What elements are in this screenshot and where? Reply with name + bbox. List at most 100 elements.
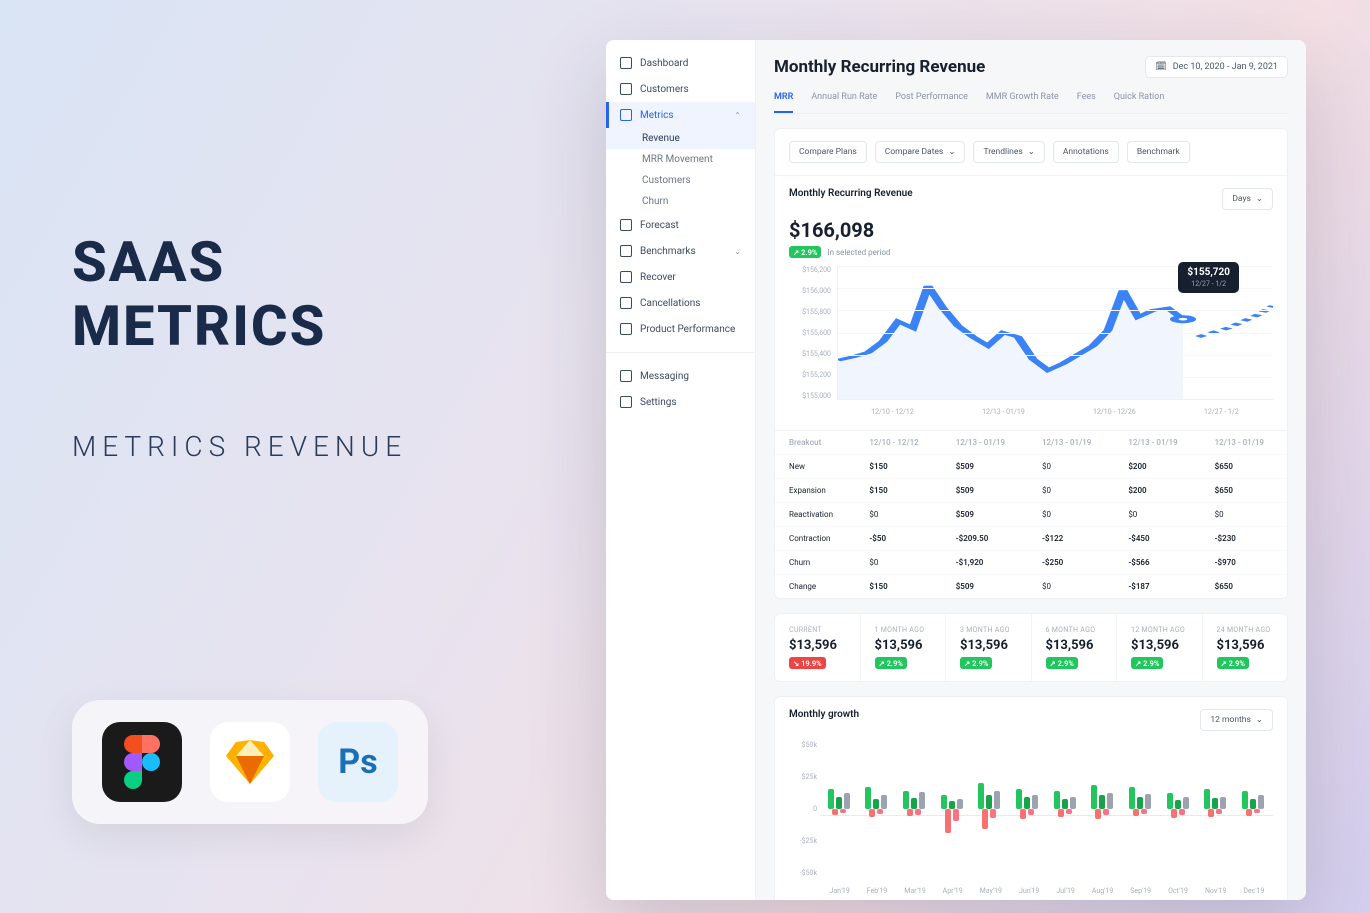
sidebar-sub-mrr-movement[interactable]: MRR Movement [606,149,755,170]
sidebar-item-dashboard[interactable]: Dashboard [606,50,755,76]
sidebar-item-messaging[interactable]: Messaging [606,363,755,389]
sidebar-item-benchmarks[interactable]: Benchmarks ⌄ [606,238,755,264]
filter-row: Compare Plans Compare Dates ⌄ Trendlines ⌄… [775,129,1287,176]
sidebar-item-forecast[interactable]: Forecast [606,212,755,238]
nav-label: Settings [640,397,677,408]
filter-compare-dates[interactable]: Compare Dates ⌄ [875,141,966,163]
granularity-dropdown[interactable]: Days ⌄ [1222,188,1273,210]
sidebar-item-metrics[interactable]: Metrics ⌃ [606,102,755,128]
breakout-row: Reactivation$0$509$0$0$0 [775,503,1287,527]
nav-label: Benchmarks [640,246,696,257]
figma-icon [102,722,182,802]
nav-label: Metrics [640,110,674,121]
growth-column [976,741,1004,877]
growth-column [939,741,967,877]
sidebar-sub-revenue[interactable]: Revenue [606,128,755,149]
sidebar-sub-customers[interactable]: Customers [606,170,755,191]
stat-card: 3 MONTH AGO$13,596↗ 2.9% [946,614,1032,681]
filter-compare-plans[interactable]: Compare Plans [789,141,867,163]
dropdown-label: Days [1232,194,1251,204]
photoshop-icon: Ps [318,722,398,802]
growth-card: Monthly growth 12 months⌄ $50k$25k0-$25k… [774,696,1288,900]
growth-column [1052,741,1080,877]
sidebar-sub-churn[interactable]: Churn [606,191,755,212]
y-axis: $156,200$156,000$155,800$155,600$155,400… [789,266,835,400]
sidebar-item-product-performance[interactable]: Product Performance [606,316,755,342]
filter-benchmark[interactable]: Benchmark [1127,141,1190,163]
mrr-card: Compare Plans Compare Dates ⌄ Trendlines ⌄… [774,128,1288,599]
tab-fees[interactable]: Fees [1077,92,1096,113]
change-note: In selected period [827,248,890,257]
date-range-text: Dec 10, 2020 - Jan 9, 2021 [1173,62,1278,72]
nav-label: Messaging [640,371,689,382]
dashboard-icon [620,57,632,69]
hero-title: SAAS METRICS [72,230,326,359]
chevron-down-icon: ⌄ [1256,194,1263,204]
tab-mrr[interactable]: MRR [774,92,793,113]
growth-column [1127,741,1155,877]
tool-tray: Ps [72,700,428,824]
mrr-value: $166,098 [789,218,1273,242]
mrr-change-row: ↗ 2.9% In selected period [789,246,1273,258]
nav-label: Forecast [640,220,679,231]
breakout-row: New$150$509$0$200$650 [775,455,1287,479]
mrr-line-chart: $156,200$156,000$155,800$155,600$155,400… [789,266,1273,416]
filter-annotations[interactable]: Annotations [1053,141,1119,163]
breakout-row: Contraction-$50-$209.50-$122-$450-$230 [775,527,1287,551]
sidebar-item-settings[interactable]: Settings [606,389,755,415]
tooltip-range: 12/27 - 1/2 [1187,280,1230,288]
growth-plot[interactable] [821,741,1273,877]
hero-line2: METRICS [72,294,326,358]
sidebar-item-cancellations[interactable]: Cancellations [606,290,755,316]
main-content: Monthly Recurring Revenue 🗓 Dec 10, 2020 … [756,40,1306,900]
change-badge: ↗ 2.9% [789,246,821,258]
hero-subtitle: METRICS REVENUE [72,430,407,463]
hero-line1: SAAS [72,230,326,294]
filter-trendlines[interactable]: Trendlines ⌄ [973,141,1044,163]
chart-tooltip: $155,720 12/27 - 1/2 [1178,262,1239,293]
growth-range-dropdown[interactable]: 12 months⌄ [1200,709,1273,731]
tab-mmr-growth-rate[interactable]: MMR Growth Rate [986,92,1059,113]
forecast-icon [620,219,632,231]
chart-title: Monthly Recurring Revenue [789,188,913,210]
nav-label: Customers [640,84,689,95]
chart-plot[interactable]: $155,720 12/27 - 1/2 [837,266,1273,400]
stat-card: 12 MONTH AGO$13,596↗ 2.9% [1117,614,1203,681]
sketch-icon [210,722,290,802]
page-header: Monthly Recurring Revenue 🗓Dec 10, 2020 … [756,40,1306,114]
growth-x-axis: Jan'19Feb'19Mar'19Apr'19May'19Jun'19Jul'… [821,887,1273,895]
breakout-row: Churn$0-$1,920-$250-$566-$970 [775,551,1287,575]
tab-annual-run-rate[interactable]: Annual Run Rate [811,92,877,113]
cancellations-icon [620,297,632,309]
nav-label: Cancellations [640,298,700,309]
chevron-up-icon: ⌃ [734,111,741,120]
dropdown-label: 12 months [1210,715,1251,725]
sidebar: Dashboard Customers Metrics ⌃ Revenue MRR… [606,40,756,900]
sidebar-item-customers[interactable]: Customers [606,76,755,102]
growth-column [1202,741,1230,877]
calendar-icon: 🗓 [1155,62,1166,72]
stat-card: 1 MONTH AGO$13,596↗ 2.9% [861,614,947,681]
nav-label: Product Performance [640,324,735,335]
change-pct: 2.9% [801,248,817,257]
sidebar-item-recover[interactable]: Recover [606,264,755,290]
stat-card: 6 MONTH AGO$13,596↗ 2.9% [1032,614,1118,681]
tab-quick-ration[interactable]: Quick Ration [1114,92,1165,113]
benchmarks-icon [620,245,632,257]
recover-icon [620,271,632,283]
app-window: Dashboard Customers Metrics ⌃ Revenue MRR… [606,40,1306,900]
growth-column [1165,741,1193,877]
growth-column [901,741,929,877]
sidebar-separator [606,352,755,353]
tooltip-value: $155,720 [1187,267,1230,278]
growth-column [863,741,891,877]
product-icon [620,323,632,335]
growth-title: Monthly growth [789,709,859,731]
chevron-down-icon: ⌄ [734,247,741,256]
x-axis: 12/10 - 12/1212/13 - 01/1912/10 - 12/261… [837,408,1273,416]
customers-icon [620,83,632,95]
tab-post-performance[interactable]: Post Performance [895,92,968,113]
stats-row: CURRENT$13,596↘ 19.9%1 MONTH AGO$13,596↗… [774,613,1288,682]
growth-y-axis: $50k$25k0-$25k-$50k [789,741,817,877]
date-range-picker[interactable]: 🗓 Dec 10, 2020 - Jan 9, 2021 [1145,56,1288,78]
